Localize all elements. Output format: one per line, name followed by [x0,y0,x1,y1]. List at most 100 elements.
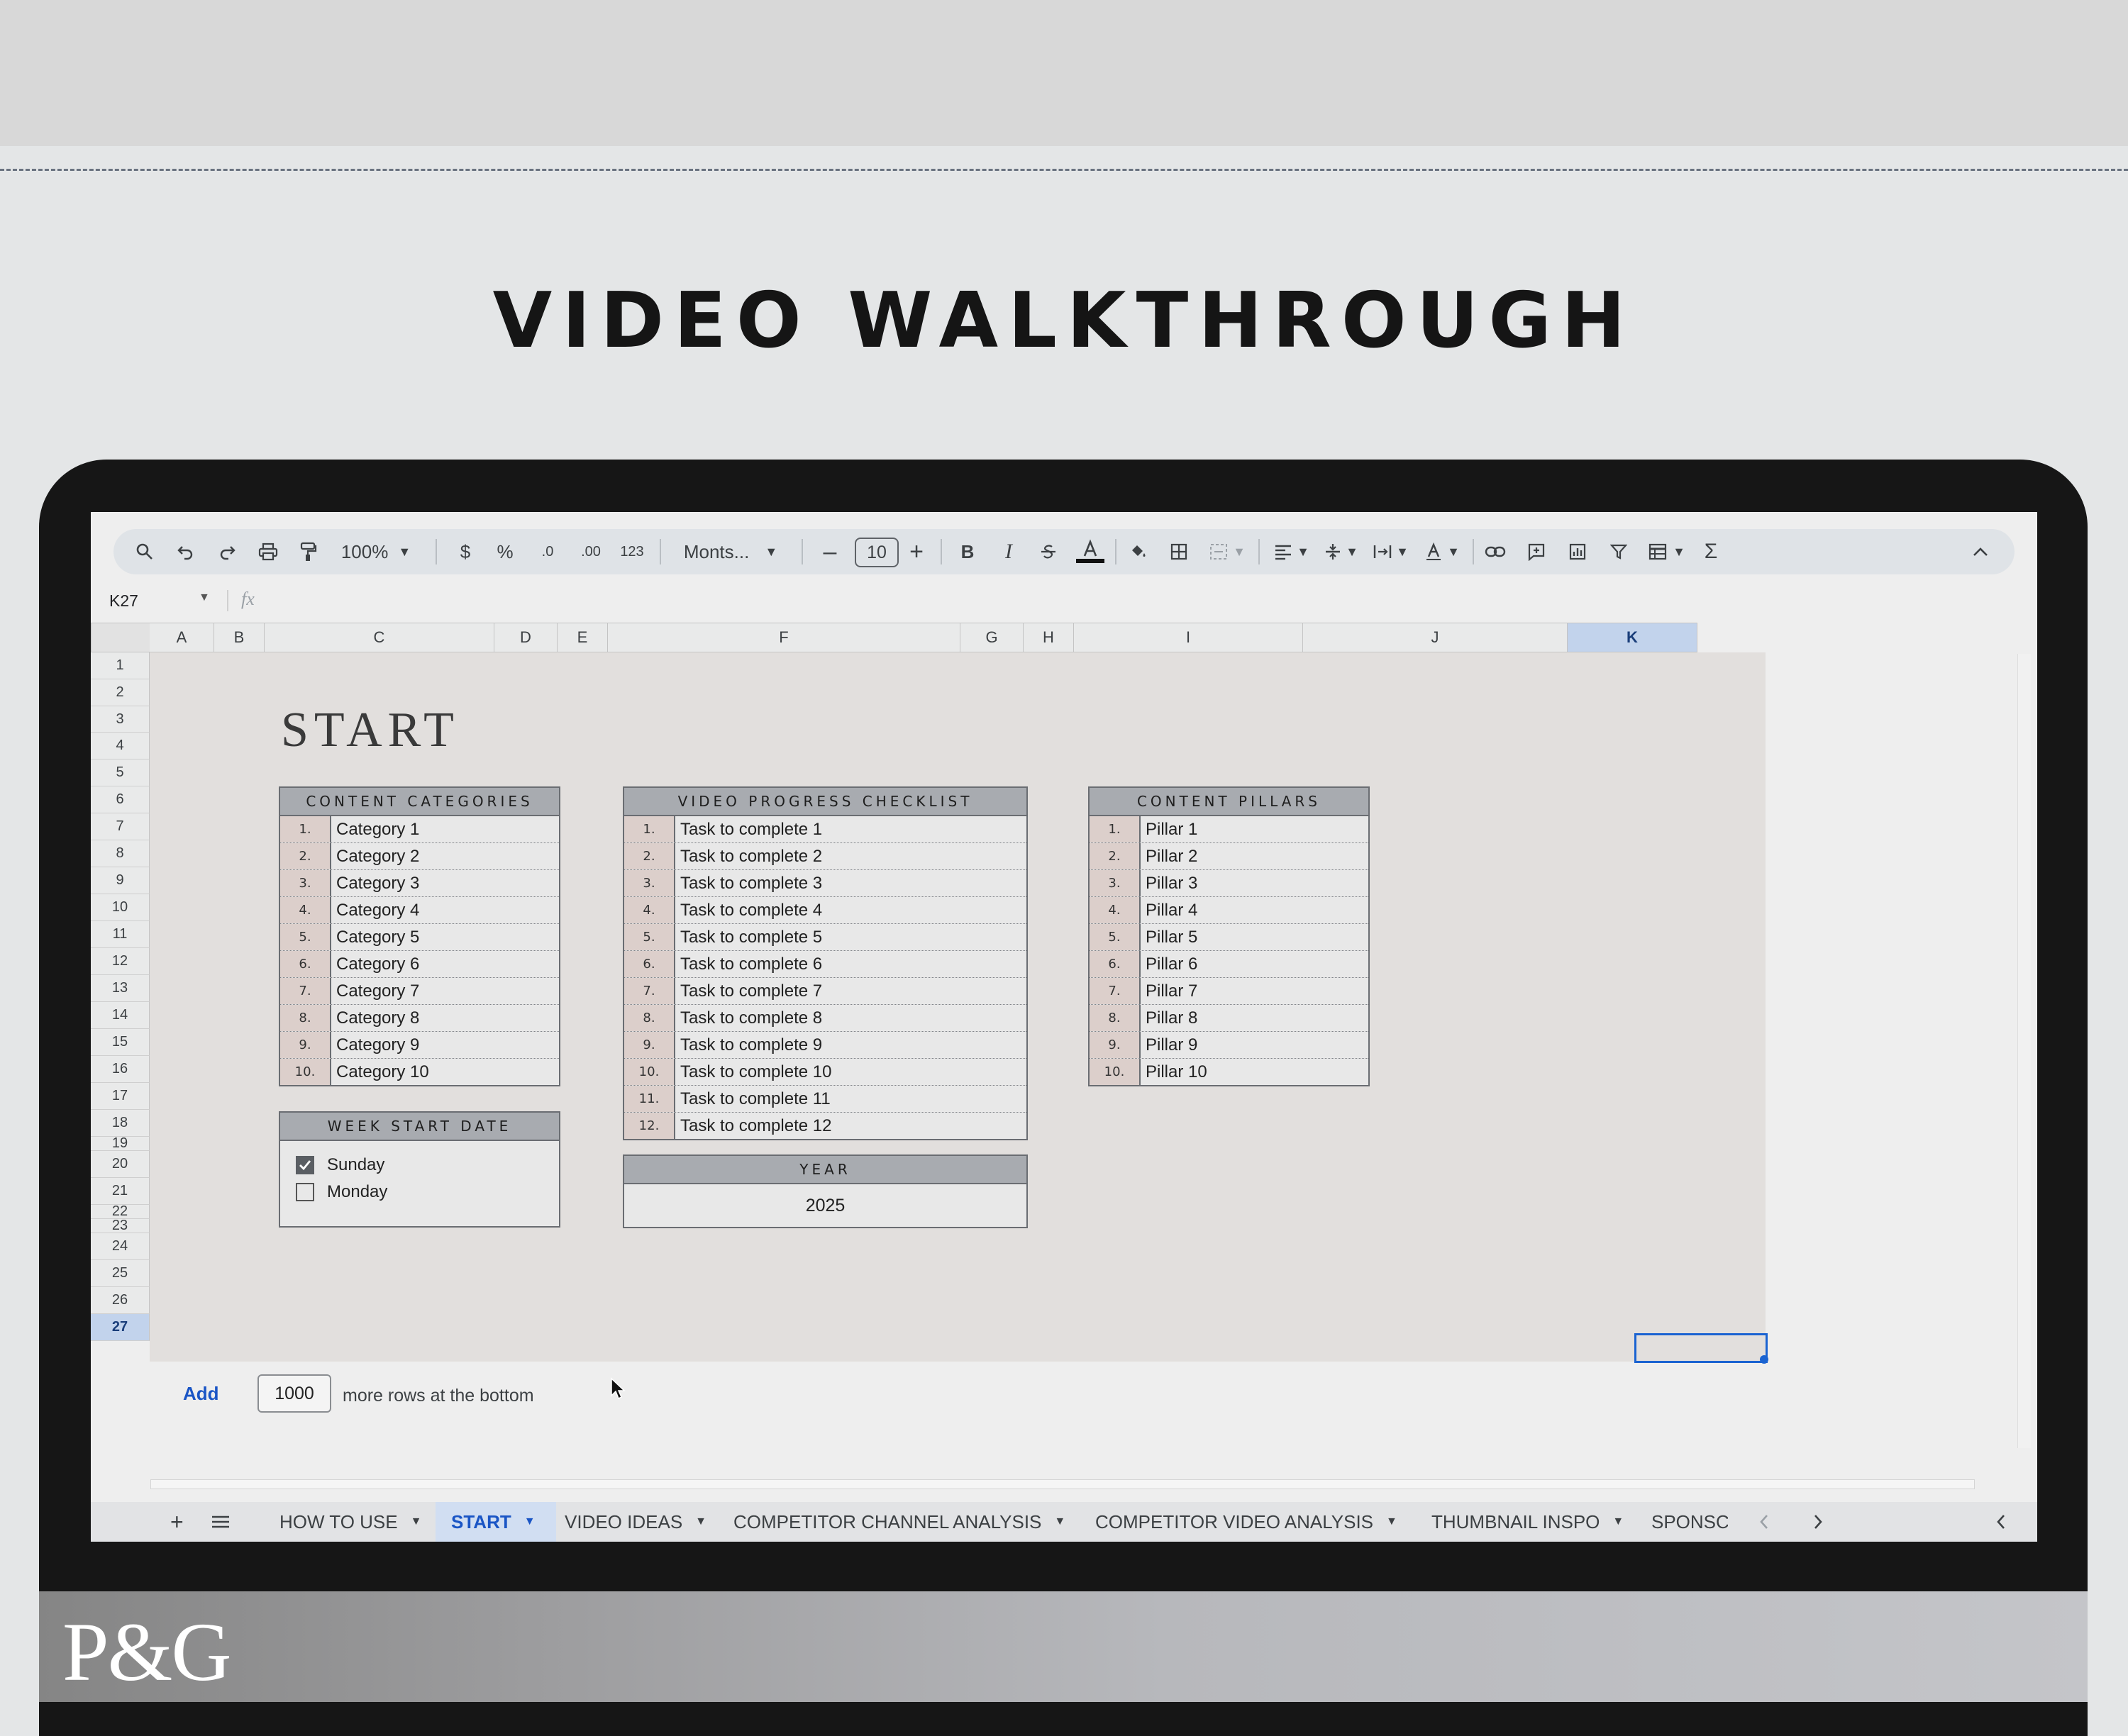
category-cell[interactable]: Category 7 [331,978,559,1004]
number-format-button[interactable]: 123 [614,529,650,574]
tab-how-to-use[interactable]: HOW TO USE ▼ [267,1502,443,1542]
column-header-g[interactable]: G [960,623,1024,652]
zoom-select[interactable]: 100% ▼ [333,529,419,574]
filter-icon[interactable] [1605,529,1633,574]
font-size-input[interactable]: 10 [855,538,899,567]
tab-competitor-channel-analysis[interactable]: COMPETITOR CHANNEL ANALYSIS ▼ [724,1502,1088,1542]
scroll-tabs-left-icon[interactable] [1759,1502,1769,1542]
row-header-13[interactable]: 13 [91,975,150,1002]
pillar-cell[interactable]: Pillar 4 [1141,897,1368,923]
font-size-decrease-icon[interactable]: – [816,529,844,574]
row-header-20[interactable]: 20 [91,1151,150,1178]
collapse-toolbar-icon[interactable] [1965,529,1996,574]
insert-link-icon[interactable] [1481,529,1509,574]
task-cell[interactable]: Task to complete 2 [675,843,1026,869]
italic-button[interactable]: I [996,529,1021,574]
tab-competitor-video-analysis[interactable]: COMPETITOR VIDEO ANALYSIS ▼ [1088,1502,1422,1542]
pillar-cell[interactable]: Pillar 5 [1141,924,1368,950]
task-cell[interactable]: Task to complete 6 [675,951,1026,977]
chevron-down-icon[interactable]: ▼ [199,591,210,604]
paint-format-icon[interactable] [295,529,321,574]
column-header-f[interactable]: F [608,623,960,652]
row-header-9[interactable]: 9 [91,867,150,894]
row-header-21[interactable]: 21 [91,1178,150,1205]
tab-thumbnail-inspo[interactable]: THUMBNAIL INSPO ▼ [1424,1502,1637,1542]
font-family-select[interactable]: Monts... ▼ [674,529,787,574]
column-header-b[interactable]: B [214,623,265,652]
column-header-a[interactable]: A [150,623,214,652]
strikethrough-icon[interactable] [1036,529,1061,574]
vertical-align-icon[interactable]: ▼ [1319,529,1363,574]
undo-icon[interactable] [173,529,199,574]
name-box[interactable]: K27 [109,591,138,611]
decrease-decimal-button[interactable]: .0 [532,529,563,574]
pillar-cell[interactable]: Pillar 2 [1141,843,1368,869]
tab-start[interactable]: START ▼ [436,1502,556,1542]
category-cell[interactable]: Category 5 [331,924,559,950]
pillar-cell[interactable]: Pillar 10 [1141,1059,1368,1085]
collapse-side-panel-icon[interactable] [1996,1502,2006,1542]
task-cell[interactable]: Task to complete 4 [675,897,1026,923]
pillar-cell[interactable]: Pillar 8 [1141,1005,1368,1031]
insert-comment-icon[interactable] [1522,529,1551,574]
vertical-scrollbar[interactable] [2017,654,2031,1448]
row-header-10[interactable]: 10 [91,894,150,921]
task-cell[interactable]: Task to complete 3 [675,870,1026,896]
text-wrap-icon[interactable]: ▼ [1369,529,1413,574]
column-header-j[interactable]: J [1303,623,1568,652]
add-sheet-icon[interactable]: + [170,1502,184,1542]
column-header-d[interactable]: D [494,623,558,652]
task-cell[interactable]: Task to complete 1 [675,816,1026,842]
row-header-16[interactable]: 16 [91,1056,150,1083]
row-header-11[interactable]: 11 [91,921,150,948]
fill-color-icon[interactable] [1125,529,1151,574]
row-header-3[interactable]: 3 [91,706,150,733]
tab-video-ideas[interactable]: VIDEO IDEAS ▼ [553,1502,728,1542]
row-header-17[interactable]: 17 [91,1083,150,1110]
category-cell[interactable]: Category 9 [331,1032,559,1058]
pillar-cell[interactable]: Pillar 9 [1141,1032,1368,1058]
text-rotation-icon[interactable]: ▼ [1420,529,1464,574]
category-cell[interactable]: Category 6 [331,951,559,977]
row-header-27[interactable]: 27 [91,1314,150,1341]
week-start-monday[interactable]: Monday [296,1182,387,1202]
pillar-cell[interactable]: Pillar 1 [1141,816,1368,842]
merge-cells-icon[interactable]: ▼ [1206,529,1248,574]
row-header-24[interactable]: 24 [91,1233,150,1260]
currency-button[interactable]: $ [453,529,478,574]
task-cell[interactable]: Task to complete 11 [675,1086,1026,1112]
row-header-8[interactable]: 8 [91,840,150,867]
category-cell[interactable]: Category 2 [331,843,559,869]
row-header-26[interactable]: 26 [91,1287,150,1314]
row-header-5[interactable]: 5 [91,760,150,786]
row-header-7[interactable]: 7 [91,813,150,840]
functions-button[interactable]: Σ [1697,529,1725,574]
week-start-sunday[interactable]: Sunday [296,1155,384,1175]
checkbox-checked[interactable] [296,1156,314,1174]
pillar-cell[interactable]: Pillar 7 [1141,978,1368,1004]
row-header-6[interactable]: 6 [91,786,150,813]
font-size-increase-icon[interactable]: + [902,529,931,574]
search-icon[interactable] [132,529,157,574]
percent-button[interactable]: % [492,529,518,574]
table-view-icon[interactable]: ▼ [1643,529,1691,574]
row-header-1[interactable]: 1 [91,652,150,679]
column-header-k[interactable]: K [1568,623,1697,652]
row-header-25[interactable]: 25 [91,1260,150,1287]
borders-icon[interactable] [1166,529,1192,574]
column-header-i[interactable]: I [1074,623,1303,652]
column-header-e[interactable]: E [558,623,608,652]
row-header-22[interactable]: 22 [91,1203,150,1219]
pillar-cell[interactable]: Pillar 3 [1141,870,1368,896]
task-cell[interactable]: Task to complete 10 [675,1059,1026,1085]
pillar-cell[interactable]: Pillar 6 [1141,951,1368,977]
row-header-18[interactable]: 18 [91,1110,150,1137]
category-cell[interactable]: Category 10 [331,1059,559,1085]
row-header-12[interactable]: 12 [91,948,150,975]
task-cell[interactable]: Task to complete 7 [675,978,1026,1004]
row-header-19[interactable]: 19 [91,1135,150,1151]
row-header-15[interactable]: 15 [91,1029,150,1056]
category-cell[interactable]: Category 3 [331,870,559,896]
add-rows-button[interactable]: Add [183,1383,219,1405]
row-header-4[interactable]: 4 [91,733,150,760]
